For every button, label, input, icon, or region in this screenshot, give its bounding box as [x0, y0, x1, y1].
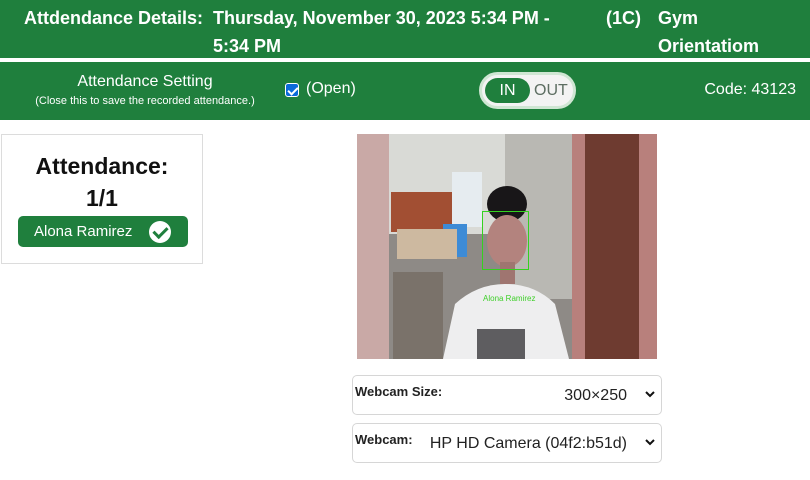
- open-checkbox[interactable]: [285, 83, 299, 97]
- attendance-card: Attendance: 1/1 Alona Ramirez: [1, 134, 203, 264]
- attendance-count: 1/1: [86, 185, 118, 211]
- chevron-down-icon: [645, 391, 655, 398]
- webcam-device-label: Webcam:: [355, 432, 413, 447]
- face-detection-label: Alona Ramirez: [483, 294, 536, 303]
- check-circle-icon: [149, 221, 171, 243]
- face-detection-box: [482, 211, 529, 270]
- settings-subtitle: (Close this to save the recorded attenda…: [35, 95, 255, 107]
- in-out-toggle[interactable]: IN OUT: [479, 72, 576, 109]
- attendance-title: Attendance:: [35, 153, 169, 179]
- settings-title: Attendance Setting: [77, 73, 213, 90]
- webcam-feed: Alona Ramirez: [357, 134, 657, 359]
- attendance-settings-bar: Attendance Setting (Close this to save t…: [0, 62, 810, 120]
- webcam-device-select[interactable]: Webcam: HP HD Camera (04f2:b51d): [352, 423, 662, 463]
- header-section: (1C): [606, 8, 641, 28]
- open-label: (Open): [306, 80, 356, 97]
- attendance-code: Code: 43123: [704, 81, 796, 98]
- webcam-size-select[interactable]: Webcam Size: 300×250: [352, 375, 662, 415]
- header-label: Attdendance Details:: [24, 8, 204, 28]
- webcam-size-label: Webcam Size:: [355, 384, 443, 399]
- header-datetime: Thursday, November 30, 2023 5:34 PM - 5:…: [213, 8, 550, 56]
- chevron-down-icon: [645, 439, 655, 446]
- header-subject: Gym Orientatiom: [658, 8, 760, 56]
- webcam-device-value: HP HD Camera (04f2:b51d): [429, 435, 627, 452]
- attendance-header: Attdendance Details: Thursday, November …: [0, 0, 810, 58]
- toggle-out-option[interactable]: OUT: [534, 78, 570, 103]
- toggle-in-option[interactable]: IN: [485, 78, 530, 103]
- webcam-size-value: 300×250: [564, 387, 627, 404]
- student-name: Alona Ramirez: [34, 223, 133, 240]
- student-badge: Alona Ramirez: [18, 216, 188, 247]
